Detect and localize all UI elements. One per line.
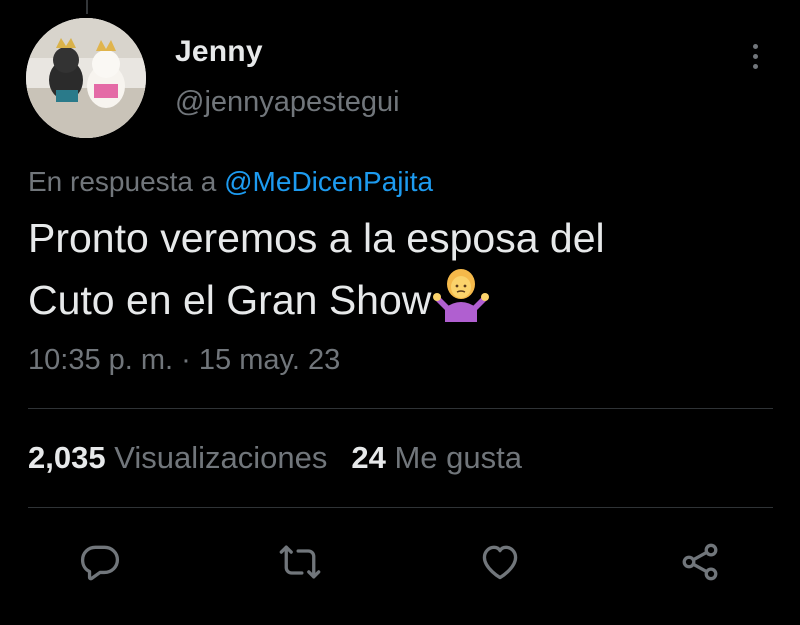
views-count: 2,035 — [28, 440, 106, 475]
more-options-button[interactable] — [740, 36, 770, 76]
avatar[interactable] — [26, 18, 146, 138]
divider — [28, 408, 773, 409]
retweet-button[interactable] — [276, 536, 324, 588]
likes-stat[interactable]: 24 Me gusta — [351, 440, 522, 475]
tweet-stats: 2,035 Visualizaciones 24 Me gusta — [28, 440, 522, 476]
tweet-text-line: Cuto en el Gran Show — [28, 277, 432, 323]
reply-button[interactable] — [76, 536, 124, 588]
timestamp-separator: · — [181, 344, 191, 376]
thread-connector-line — [86, 0, 88, 14]
person-shrugging-emoji — [431, 266, 491, 322]
tweet-text: Pronto veremos a la esposa del Cuto en e… — [28, 210, 748, 328]
views-label: Visualizaciones — [114, 440, 328, 475]
avatar-photo — [26, 18, 146, 138]
retweet-icon — [279, 545, 321, 579]
tweet-text-line: Pronto veremos a la esposa del — [28, 215, 605, 261]
reply-mention-link[interactable]: @MeDicenPajita — [224, 166, 433, 197]
reply-context: En respuesta a @MeDicenPajita — [28, 166, 433, 198]
tweet-text-line-2: Cuto en el Gran Show — [28, 266, 748, 328]
more-vertical-icon — [752, 43, 758, 49]
tweet-actions-bar — [0, 536, 800, 592]
more-vertical-icon-dot — [752, 53, 758, 59]
heart-icon — [482, 545, 518, 580]
divider — [28, 507, 773, 508]
tweet-date: 15 may. 23 — [198, 344, 341, 376]
likes-label: Me gusta — [394, 440, 522, 475]
like-button[interactable] — [476, 536, 524, 588]
share-icon — [682, 543, 718, 581]
author-name[interactable]: Jenny — [175, 35, 263, 69]
views-stat[interactable]: 2,035 Visualizaciones — [28, 440, 327, 475]
author-handle[interactable]: @jennyapestegui — [175, 86, 400, 119]
reply-prefix: En respuesta a — [28, 166, 217, 197]
share-button[interactable] — [676, 536, 724, 588]
reply-icon — [80, 545, 120, 581]
likes-count: 24 — [351, 440, 386, 475]
tweet-time: 10:35 p. m. — [28, 344, 174, 376]
tweet-timestamp[interactable]: 10:35 p. m. · 15 may. 23 — [28, 344, 340, 377]
more-vertical-icon-dot — [752, 63, 758, 69]
